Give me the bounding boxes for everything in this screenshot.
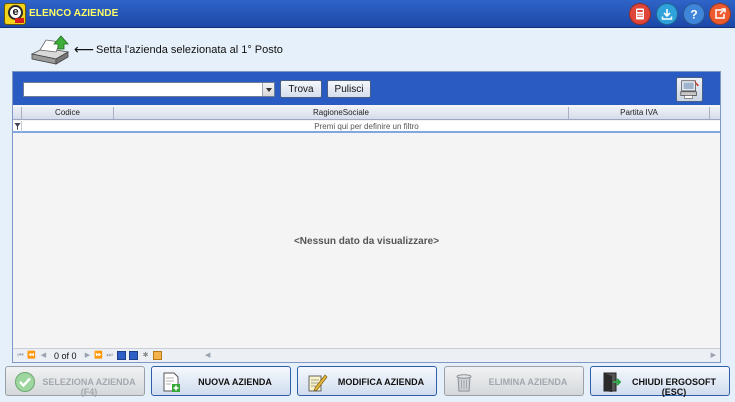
set-first-hint: ⟵ Setta l'azienda selezionata al 1° Post… [30,34,430,68]
chiudi-label: CHIUDI ERGOSOFT (ESC) [631,377,716,397]
hint-text: Setta l'azienda selezionata al 1° Posto [96,44,283,56]
search-bar: Trova Pulisci [13,72,720,105]
previous-record-icon[interactable]: ◀ [39,351,48,360]
trova-button[interactable]: Trova [280,80,322,98]
filter-prompt[interactable]: Premi qui per definire un filtro [13,121,720,132]
modifica-label: MODIFICA AZIENDA [337,377,425,387]
empty-message: <Nessun dato da visualizzare> [293,236,440,247]
modifica-azienda-button[interactable]: MODIFICA AZIENDA [297,366,437,396]
pulisci-button[interactable]: Pulisci [327,80,371,98]
dropdown-arrow-icon[interactable] [262,83,274,96]
previous-page-icon[interactable]: ⏪ [27,351,36,360]
app-logo-icon: e [4,3,26,25]
svg-text:?: ? [690,8,697,22]
filter-toggle-icon[interactable] [153,351,162,360]
asterisk-icon[interactable]: ✱ [141,351,150,360]
next-record-icon[interactable]: ▶ [83,351,92,360]
nuova-azienda-button[interactable]: NUOVA AZIENDA [151,366,291,396]
header-corner [13,107,22,119]
exit-icon[interactable] [709,3,731,25]
download-icon[interactable] [656,3,678,25]
companies-panel: Trova Pulisci Codice RagioneSociale Part… [12,71,721,363]
window-title: ELENCO AZIENDE [29,8,119,19]
search-combobox[interactable] [23,82,275,97]
record-navigator: ⏮ ⏪ ◀ 0 of 0 ▶ ⏩ ⏭ ✱ ◀ ▶ [13,348,720,362]
column-header-codice[interactable]: Codice [22,107,114,119]
elimina-label: ELIMINA AZIENDA [488,377,568,387]
column-header-ragione-sociale[interactable]: RagioneSociale [114,107,569,119]
next-page-icon[interactable]: ⏩ [94,351,103,360]
refresh-icon[interactable] [117,351,126,360]
title-bar: e ELENCO AZIENDE ? [0,0,735,28]
first-page-icon[interactable]: ⏮ [16,351,25,360]
nuova-label: NUOVA AZIENDA [198,377,272,387]
chiudi-ergosoft-button[interactable]: CHIUDI ERGOSOFT (ESC) [590,366,730,397]
scroll-right-icon[interactable]: ▶ [711,351,716,359]
grid-header: Codice RagioneSociale Partita IVA [13,107,720,120]
elimina-azienda-button[interactable]: ELIMINA AZIENDA [444,366,584,396]
seleziona-label: SELEZIONA AZIENDA (F4) [42,377,136,397]
seleziona-azienda-button[interactable]: SELEZIONA AZIENDA (F4) [5,366,145,397]
monitor-printer-icon[interactable] [676,77,703,102]
record-count: 0 of 0 [54,351,77,361]
help-icon[interactable]: ? [683,3,705,25]
printer-move-icon[interactable] [30,34,70,66]
scroll-left-icon[interactable]: ◀ [205,351,210,359]
calculator-icon[interactable] [629,3,651,25]
insert-record-icon[interactable] [129,351,138,360]
column-header-partita-iva[interactable]: Partita IVA [569,107,710,119]
bottom-toolbar: SELEZIONA AZIENDA (F4) NUOVA AZIENDA MOD… [0,364,735,402]
left-arrow-icon: ⟵ [74,42,95,58]
filter-row[interactable]: Premi qui per definire un filtro [13,121,720,133]
last-page-icon[interactable]: ⏭ [105,351,114,360]
